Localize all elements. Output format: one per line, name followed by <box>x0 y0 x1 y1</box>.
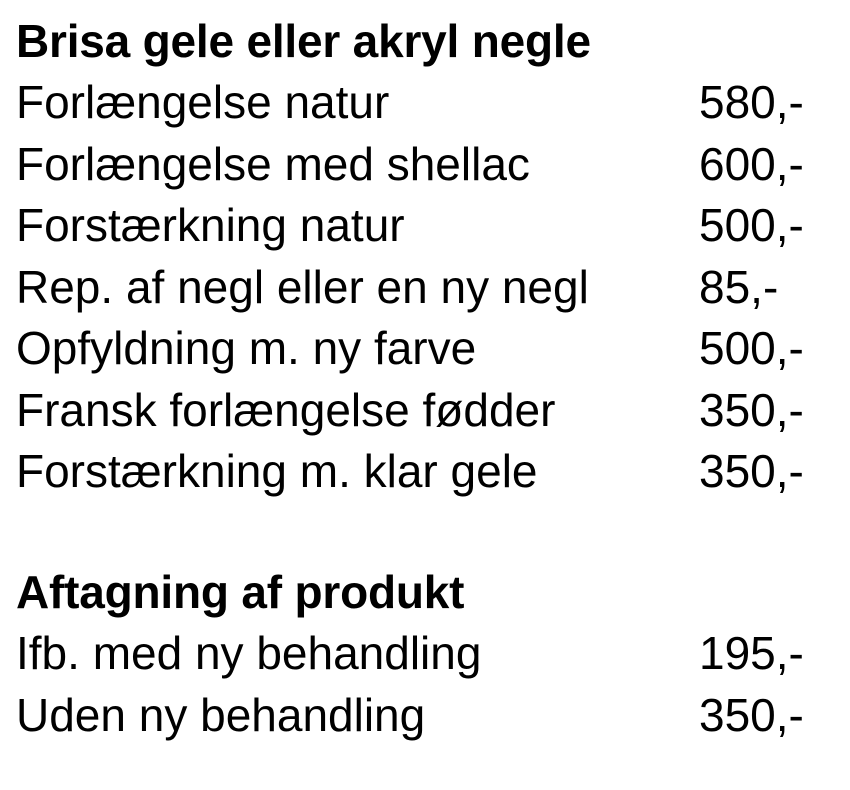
service-name: Forstærkning m. klar gele <box>16 445 538 497</box>
service-price: 600,- <box>699 137 804 190</box>
price-row: Opfyldning m. ny farve 500,- <box>16 318 836 380</box>
service-price: 195,- <box>699 627 804 679</box>
service-name: Opfyldning m. ny farve <box>16 322 477 374</box>
service-name: Forlængelse natur <box>16 76 390 128</box>
service-price: 500,- <box>699 322 804 374</box>
service-name: Fransk forlængelse fødder <box>16 383 556 436</box>
service-price: 350,- <box>699 688 804 741</box>
price-row: Forstærkning m. klar gele 350,- <box>16 441 836 503</box>
service-name: Rep. af negl eller en ny negl <box>16 260 589 313</box>
service-price: 85,- <box>699 260 779 313</box>
price-row: Fransk forlængelse fødder 350,- <box>16 380 836 442</box>
price-row: Ifb. med ny behandling 195,- <box>16 623 836 685</box>
service-name: Uden ny behandling <box>16 688 426 741</box>
service-price: 500,- <box>699 199 804 251</box>
service-price: 580,- <box>699 76 804 128</box>
price-row: Forlængelse natur 580,- <box>16 72 836 134</box>
section-heading: Brisa gele eller akryl negle <box>16 15 591 67</box>
service-name: Ifb. med ny behandling <box>16 627 482 679</box>
price-section-removal: Aftagning af produkt Ifb. med ny behandl… <box>16 561 836 746</box>
price-row: Forlængelse med shellac 600,- <box>16 134 836 196</box>
price-row: Rep. af negl eller en ny negl 85,- <box>16 257 836 319</box>
price-row: Forstærkning natur 500,- <box>16 195 836 257</box>
service-price: 350,- <box>699 383 804 436</box>
service-price: 350,- <box>699 445 804 497</box>
price-row: Uden ny behandling 350,- <box>16 685 836 747</box>
service-name: Forstærkning natur <box>16 199 405 251</box>
price-section-gel-acrylic: Brisa gele eller akryl negle Forlængelse… <box>16 10 836 503</box>
service-name: Forlængelse med shellac <box>16 137 530 190</box>
section-heading: Aftagning af produkt <box>16 566 465 618</box>
